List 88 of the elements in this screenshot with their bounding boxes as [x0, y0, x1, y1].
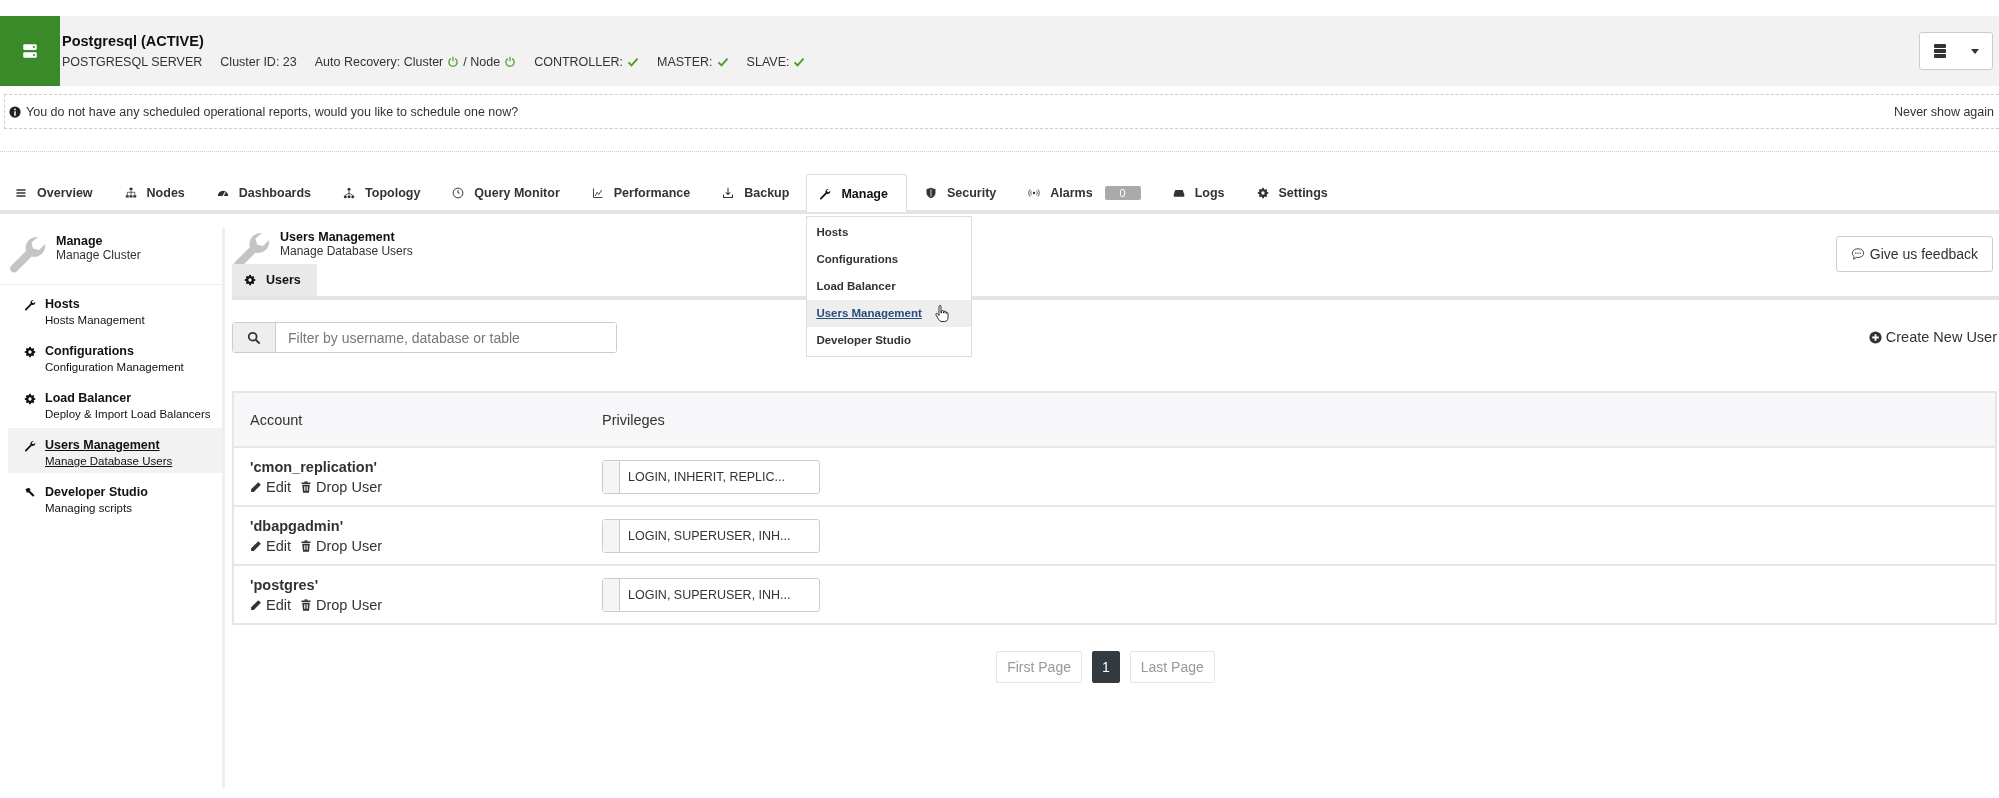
nav-tab[interactable]: Overview [0, 174, 107, 210]
role-label: CONTROLLER: [534, 55, 624, 69]
nav-tab[interactable]: Backup [707, 174, 804, 210]
gear-icon [1256, 186, 1269, 199]
hand-cursor-icon [933, 305, 950, 323]
node-label: / Node [463, 55, 501, 69]
trash-icon [300, 598, 312, 611]
drop-user-link[interactable]: Drop User [300, 537, 383, 554]
menu-item[interactable]: Load Balancer [807, 273, 972, 300]
trash-icon [300, 539, 312, 552]
sidebar-item[interactable]: Load Balancer Deploy & Import Load Balancers [8, 381, 222, 426]
nav-tab[interactable]: Manage [806, 174, 907, 212]
privileges-field[interactable]: LOGIN, SUPERUSER, INH... [602, 577, 820, 612]
sidebar-item[interactable]: Developer Studio Managing scripts [8, 475, 222, 520]
cluster-meta-text: POSTGRESQL SERVER [62, 55, 203, 69]
plus-circle-icon [1868, 330, 1882, 344]
sidebar-item[interactable]: Hosts Hosts Management [8, 287, 222, 332]
page-title: Users Management [280, 230, 396, 244]
menu-item[interactable]: Hosts [807, 219, 972, 246]
nav-tab[interactable]: Query Monitor [437, 174, 574, 210]
cluster-meta-text: Cluster ID: 23 [220, 55, 297, 69]
sidebar-title: Manage [56, 234, 104, 248]
sidebar-subtitle: Manage Cluster [56, 248, 141, 262]
info-icon [9, 105, 21, 118]
wrench-icon [24, 440, 36, 452]
hammer-icon [24, 487, 36, 499]
menu-item[interactable]: Configurations [807, 246, 972, 273]
clock-icon [452, 186, 465, 199]
sidebar-item[interactable]: Users Management Manage Database Users [8, 428, 222, 473]
sidebar-item[interactable]: Configurations Configuration Management [8, 334, 222, 379]
wrench-icon [8, 234, 48, 274]
nav-tab[interactable]: Alarms 0 [1013, 174, 1155, 210]
page-subtitle: Manage Database Users [280, 244, 413, 258]
hierarchy-icon [124, 186, 137, 199]
menu-item[interactable]: Users Management [807, 300, 972, 327]
edit-link[interactable]: Edit [250, 596, 291, 613]
menu-item[interactable]: Developer Studio [807, 327, 972, 354]
gear-icon [24, 393, 36, 405]
wrench-icon [24, 299, 36, 311]
caret-icon [1970, 47, 1980, 55]
page-number-button[interactable]: 1 [1091, 651, 1120, 683]
nav-tab[interactable]: Nodes [109, 174, 199, 210]
nav-tab[interactable]: Dashboards [201, 174, 326, 210]
line-chart-icon [591, 186, 604, 199]
shield-icon [924, 186, 937, 199]
pencil-icon [250, 480, 262, 493]
cluster-title: Postgresql (ACTIVE) [62, 33, 205, 49]
drop-user-link[interactable]: Drop User [300, 478, 383, 495]
search-icon [247, 330, 261, 345]
nav-tab[interactable]: Security [909, 174, 1011, 210]
server-stack-icon [1932, 43, 1948, 59]
search-field[interactable]: Filter by username, database or table [232, 322, 617, 353]
speech-bubble-icon [1850, 247, 1865, 261]
drop-user-link[interactable]: Drop User [300, 596, 383, 613]
column-header: Privileges [601, 411, 666, 428]
edit-link[interactable]: Edit [250, 537, 291, 554]
edit-link[interactable]: Edit [250, 478, 291, 495]
account-name: 'dbapgadmin' [250, 517, 345, 534]
pencil-icon [250, 598, 262, 611]
topology-icon [343, 186, 356, 199]
alarm-count-badge: 0 [1104, 185, 1141, 200]
users-tab[interactable]: Users [232, 264, 317, 296]
role-label: SLAVE: [746, 55, 790, 69]
account-name: 'postgres' [250, 576, 320, 593]
nav-tab[interactable]: Settings [1241, 174, 1342, 210]
download-icon [722, 186, 735, 199]
nodes-dropdown-button[interactable] [1919, 32, 1993, 70]
gear-icon [24, 346, 36, 358]
account-name: 'cmon_replication' [250, 458, 378, 475]
nav-tab[interactable]: Logs [1157, 174, 1239, 210]
nav-tab[interactable]: Topology [328, 174, 435, 210]
column-header: Account [249, 411, 304, 428]
notice-text: You do not have any scheduled operational reports, would you like to schedule one now? [26, 104, 519, 119]
nav-tab[interactable]: Performance [576, 174, 705, 210]
privileges-field[interactable]: LOGIN, SUPERUSER, INH... [602, 518, 820, 553]
role-label: MASTER: [657, 55, 713, 69]
privileges-field[interactable]: LOGIN, INHERIT, REPLIC... [602, 459, 820, 494]
feedback-button[interactable]: Give us feedback [1835, 236, 1993, 272]
never-show-again-link[interactable]: Never show again [1893, 104, 1994, 119]
create-new-user-link[interactable]: Create New User [1868, 329, 1997, 345]
broadcast-icon [1028, 186, 1041, 199]
auto-recovery-label: Auto Recovery: Cluster [314, 55, 444, 69]
wrench-icon [819, 187, 832, 200]
pencil-icon [250, 539, 262, 552]
list-icon [15, 186, 27, 199]
server-icon [21, 42, 39, 60]
trash-icon [300, 480, 312, 493]
gear-icon [244, 274, 256, 286]
